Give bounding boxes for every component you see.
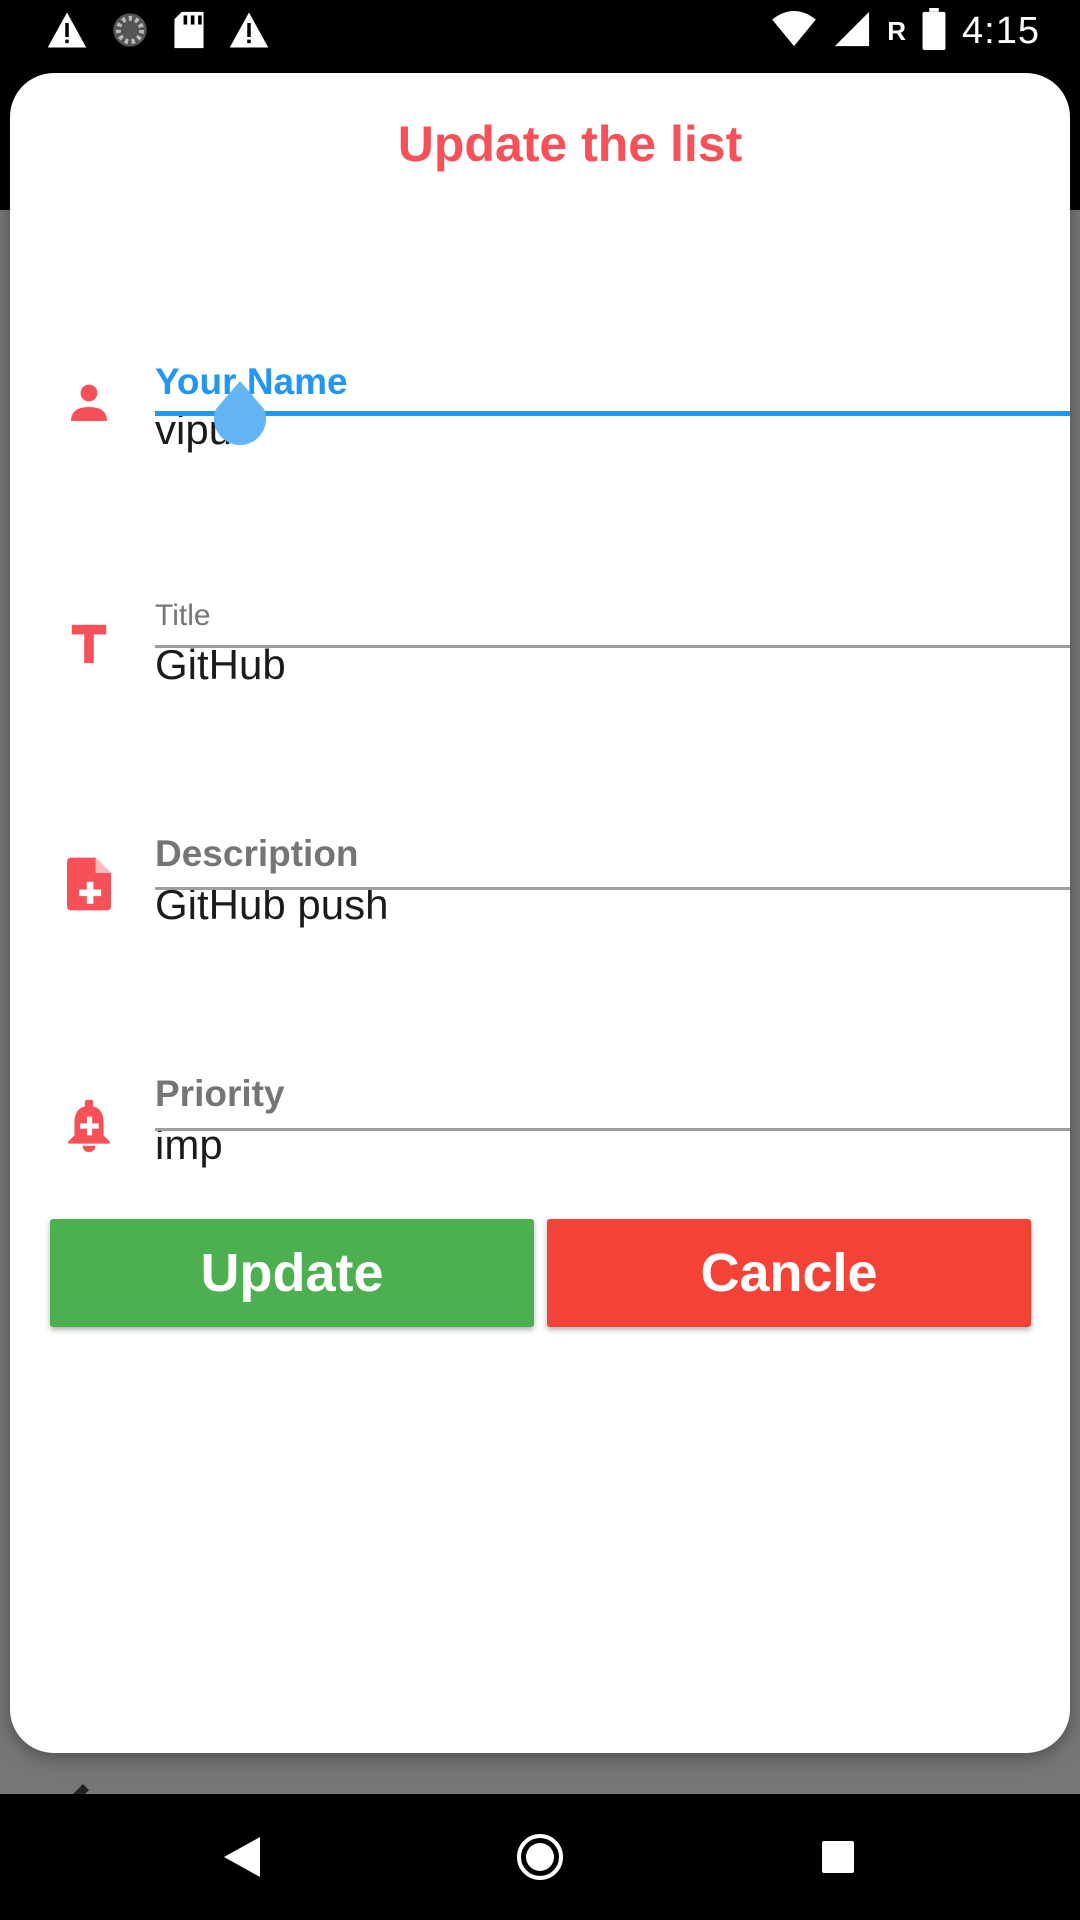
system-status: R 4:15 xyxy=(771,8,1040,55)
notification-icons xyxy=(46,10,270,55)
name-field[interactable]: Your Name vipul xyxy=(10,273,1070,473)
dialog-title: Update the list xyxy=(397,116,743,172)
name-underline xyxy=(155,411,1070,416)
home-icon[interactable] xyxy=(507,1824,573,1890)
wifi-icon xyxy=(771,10,817,53)
warning-icon xyxy=(46,10,88,55)
title-field[interactable]: Title GitHub xyxy=(10,523,1070,723)
recents-icon[interactable] xyxy=(805,1824,871,1890)
loading-icon xyxy=(110,10,150,55)
priority-underline xyxy=(155,1128,1070,1131)
description-label: Description xyxy=(155,833,359,874)
priority-label: Priority xyxy=(155,1073,285,1114)
dialog-buttons: Update Cancle xyxy=(50,1219,1050,1327)
text-cursor-handle[interactable] xyxy=(210,381,270,458)
sd-card-icon xyxy=(172,10,206,55)
title-text-icon xyxy=(58,613,120,675)
title-underline xyxy=(155,645,1070,648)
title-label: Title xyxy=(155,599,211,632)
roaming-indicator: R xyxy=(887,16,907,46)
person-icon xyxy=(58,372,120,434)
description-field[interactable]: Description GitHub push xyxy=(10,763,1070,963)
alarm-add-icon xyxy=(58,1096,120,1158)
cancel-button[interactable]: Cancle xyxy=(547,1219,1031,1327)
title-input[interactable]: GitHub xyxy=(155,641,286,689)
note-add-icon xyxy=(58,853,120,915)
priority-field[interactable]: Priority imp xyxy=(10,1003,1070,1203)
status-bar: R 4:15 xyxy=(0,0,1080,63)
description-underline xyxy=(155,887,1070,890)
update-button[interactable]: Update xyxy=(50,1219,534,1327)
back-icon[interactable] xyxy=(209,1824,275,1890)
clock: 4:15 xyxy=(962,10,1040,52)
warning-icon xyxy=(228,10,270,55)
signal-icon xyxy=(833,10,871,53)
navigation-bar xyxy=(0,1794,1080,1920)
update-dialog: Update the list Your Name vipul Title Gi… xyxy=(10,73,1070,1753)
battery-icon xyxy=(922,8,946,55)
